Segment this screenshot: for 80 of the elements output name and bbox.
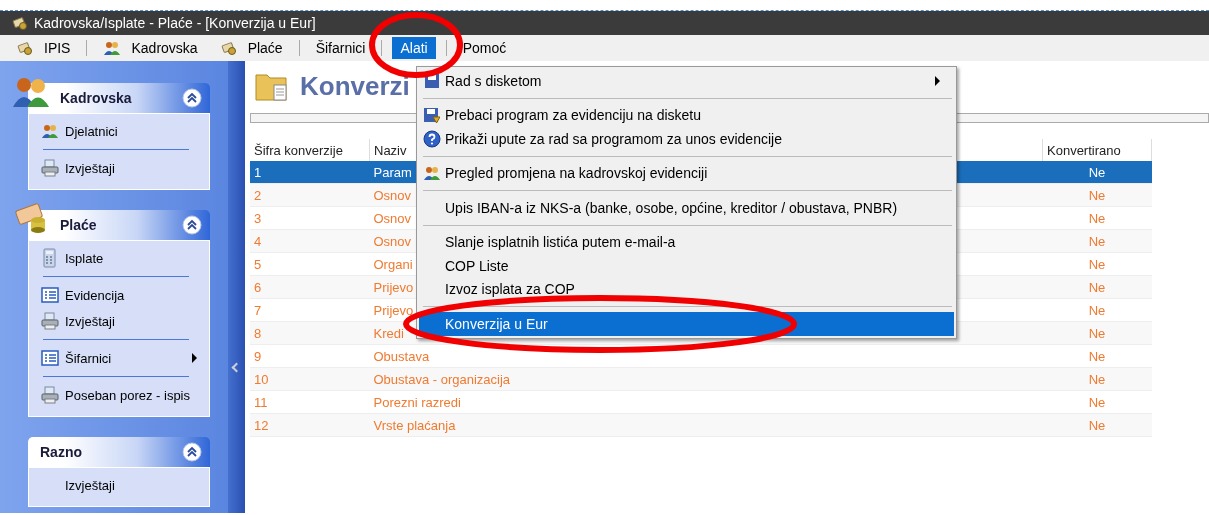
document-coin-icon — [16, 40, 34, 56]
table-cell: 1 — [254, 164, 262, 180]
table-cell: Ne — [1088, 394, 1106, 410]
table-cell: 7 — [254, 302, 262, 318]
sidebar-item[interactable]: Djelatnici — [29, 118, 209, 144]
table-cell: Osnov — [373, 210, 412, 226]
window-title: Kadrovska/Isplate - Plaće - [Konverzija u Eur] — [34, 15, 316, 31]
table-cell: 11 — [254, 394, 268, 410]
table-cell: Param — [373, 164, 412, 180]
table-cell: 6 — [254, 279, 262, 295]
table-cell: Obustava - organizacija — [373, 371, 511, 387]
menu-item[interactable]: Plaće — [213, 37, 289, 59]
menu-item[interactable]: Prebaci program za evidenciju na disketu — [419, 103, 954, 127]
table-cell: 8 — [254, 325, 262, 341]
collapse-icon[interactable] — [182, 442, 202, 462]
help-icon — [423, 129, 441, 148]
table-cell: Kredi — [373, 325, 404, 341]
panel-header[interactable]: Plaće — [28, 210, 210, 240]
submenu-arrow-icon — [935, 75, 940, 86]
table-cell: Ne — [1088, 233, 1106, 249]
table-cell: Ne — [1088, 256, 1106, 272]
people-icon — [41, 123, 59, 139]
people-icon — [103, 40, 122, 56]
table-cell: 3 — [254, 210, 262, 226]
menu-item[interactable]: Slanje isplatnih listića putem e-mail-a — [419, 230, 954, 254]
table-cell: 9 — [254, 348, 262, 364]
sidebar-item[interactable]: Izvještaji — [29, 155, 209, 181]
sidebar-item[interactable]: Izvještaji — [29, 308, 209, 334]
table-cell: 10 — [254, 371, 269, 387]
calculator-icon — [41, 248, 59, 268]
menu-item[interactable]: Rad s disketom — [419, 69, 954, 93]
document-coin-icon — [219, 40, 238, 56]
list-icon — [41, 350, 59, 366]
table-cell: Ne — [1088, 279, 1106, 295]
table-cell: Prijevo — [373, 279, 414, 295]
table-cell: Organi — [373, 256, 413, 272]
table-cell: Prijevo — [373, 302, 414, 318]
table-cell: Ne — [1088, 164, 1106, 180]
table-cell: 4 — [254, 233, 262, 249]
menu-item[interactable]: Kadrovska — [97, 37, 204, 59]
table-cell: Ne — [1088, 371, 1106, 387]
sidebar-item[interactable]: Poseban porez - ispis — [29, 382, 209, 408]
printer-icon — [41, 312, 59, 330]
table-cell: 2 — [254, 187, 262, 203]
collapse-icon[interactable] — [182, 88, 202, 108]
table-cell: Ne — [1088, 210, 1106, 226]
menu-item[interactable]: Pregled promjena na kadrovskoj evidenciji — [419, 161, 954, 185]
list-icon — [41, 287, 59, 303]
table-cell: Porezni razredi — [373, 394, 461, 410]
table-cell: Ne — [1088, 325, 1106, 341]
table-cell: Ne — [1088, 302, 1106, 318]
menu-item[interactable]: Alati — [392, 37, 436, 59]
panel-header[interactable]: Kadrovska — [28, 83, 210, 113]
menu-item[interactable]: Prikaži upute za rad sa programom za unos evidencije — [419, 127, 954, 151]
table-cell: Osnov — [373, 233, 412, 249]
table-cell: Ne — [1088, 417, 1106, 433]
printer-icon — [41, 159, 59, 177]
table-cell: Obustava — [373, 348, 430, 364]
table-cell: Osnov — [373, 187, 412, 203]
sidebar-item[interactable]: Šifarnici — [29, 345, 209, 371]
table-cell: 5 — [254, 256, 262, 272]
menu-item[interactable]: Pomoć — [456, 37, 513, 59]
page-title: Konverzi — [300, 70, 410, 102]
app-icon — [12, 15, 28, 31]
menu-item[interactable]: COP Liste — [419, 254, 954, 278]
table-cell: Vrste plaćanja — [373, 417, 456, 433]
sidebar-item[interactable]: Isplate — [29, 245, 209, 271]
panel-header[interactable]: Razno — [28, 437, 210, 467]
menu-item[interactable]: Šifarnici — [309, 37, 372, 59]
sidebar-item[interactable]: Evidencija — [29, 282, 209, 308]
printer-icon — [41, 386, 59, 404]
menu-item[interactable]: Izvoz isplata za COP — [419, 277, 954, 301]
table-cell: Ne — [1088, 348, 1106, 364]
table-cell: 12 — [254, 417, 269, 433]
collapse-icon[interactable] — [182, 215, 202, 235]
submenu-arrow-icon — [192, 353, 197, 363]
menu-item[interactable]: IPIS — [10, 37, 77, 59]
people-icon — [423, 165, 441, 182]
menu-item[interactable]: Konverzija u Eur — [419, 312, 954, 336]
table-cell: Ne — [1088, 187, 1106, 203]
